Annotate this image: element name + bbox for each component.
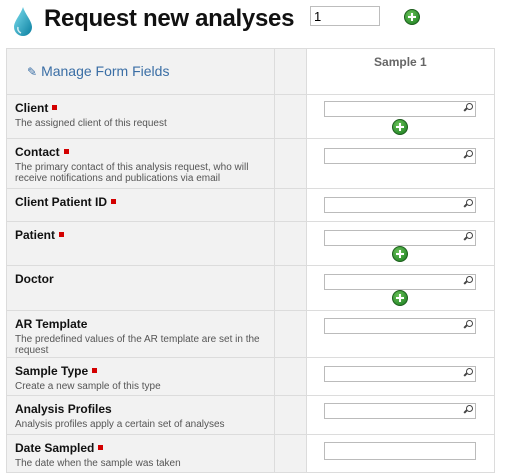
doctor-reference-input[interactable]	[323, 274, 476, 290]
sample-header-label: Sample 1	[374, 55, 427, 69]
patient-field-cell	[305, 221, 496, 266]
spacer-cell	[273, 357, 307, 396]
field-row-date-sampled: Date Sampled The date when the sample wa…	[6, 434, 275, 473]
field-row-client-patient-id: Client Patient ID	[6, 188, 275, 222]
spacer-cell	[273, 48, 307, 95]
field-row-patient: Patient	[6, 221, 275, 266]
field-row-sample-type: Sample Type Create a new sample of this …	[6, 357, 275, 396]
field-label: Client	[15, 101, 49, 115]
client-patient-id-field-cell	[305, 188, 496, 222]
field-description: The assigned client of this request	[15, 118, 167, 129]
sample-type-field-cell	[305, 357, 496, 396]
required-marker	[98, 445, 104, 451]
client-field-cell	[305, 94, 496, 139]
manage-form-fields-link[interactable]: ✎ Manage Form Fields	[7, 49, 274, 79]
search-icon	[464, 320, 473, 328]
field-row-ar-template: AR Template The predefined values of the…	[6, 310, 275, 358]
field-row-client: Client The assigned client of this reque…	[6, 94, 275, 139]
add-patient-button[interactable]	[391, 246, 408, 262]
spacer-cell	[273, 221, 307, 266]
doctor-field-cell	[305, 265, 496, 311]
field-row-doctor: Doctor	[6, 265, 275, 311]
search-icon	[464, 103, 473, 111]
required-marker	[59, 232, 65, 238]
add-client-button[interactable]	[391, 119, 408, 135]
field-label: Client Patient ID	[15, 195, 108, 209]
field-label: Doctor	[15, 272, 54, 286]
field-label: Sample Type	[15, 364, 89, 378]
add-sample-button[interactable]	[404, 9, 420, 25]
field-description: Create a new sample of this type	[15, 381, 161, 392]
page-header: Request new analyses	[0, 0, 505, 44]
field-description: The date when the sample was taken	[15, 458, 181, 469]
search-icon	[464, 150, 473, 158]
required-marker	[63, 149, 69, 155]
page-title: Request new analyses	[44, 5, 295, 32]
sample-type-reference-input[interactable]	[323, 366, 476, 382]
client-reference-input[interactable]	[323, 101, 476, 117]
analysis-request-form: ✎ Manage Form Fields Sample 1 Client The …	[6, 48, 496, 473]
manage-form-fields-cell: ✎ Manage Form Fields	[6, 48, 275, 95]
field-label: Date Sampled	[15, 441, 95, 455]
search-icon	[464, 276, 473, 284]
contact-reference-input[interactable]	[323, 148, 476, 164]
spacer-cell	[273, 188, 307, 222]
field-description: Analysis profiles apply a certain set of…	[15, 419, 225, 430]
required-marker	[92, 368, 98, 374]
field-description: The predefined values of the AR template…	[15, 334, 260, 356]
field-label: Patient	[15, 228, 56, 242]
spacer-cell	[273, 434, 307, 473]
search-icon	[464, 405, 473, 413]
analysis-profiles-reference-input[interactable]	[323, 403, 476, 419]
analysis-profiles-field-cell	[305, 395, 496, 435]
field-row-analysis-profiles: Analysis Profiles Analysis profiles appl…	[6, 395, 275, 435]
contact-field-cell	[305, 138, 496, 189]
client-patient-id-reference-input[interactable]	[323, 197, 476, 213]
field-row-contact: Contact The primary contact of this anal…	[6, 138, 275, 189]
spacer-cell	[273, 265, 307, 311]
required-marker	[111, 199, 117, 205]
date-sampled-input[interactable]	[323, 442, 476, 460]
spacer-cell	[273, 395, 307, 435]
manage-form-fields-label: Manage Form Fields	[41, 63, 170, 79]
date-sampled-field-cell	[305, 434, 496, 473]
pencil-icon: ✎	[27, 65, 38, 79]
spacer-cell	[273, 138, 307, 189]
spacer-cell	[273, 94, 307, 139]
ar-template-field-cell	[305, 310, 496, 358]
search-icon	[464, 368, 473, 376]
field-label: Contact	[15, 145, 60, 159]
search-icon	[464, 232, 473, 240]
add-doctor-button[interactable]	[391, 290, 408, 306]
required-marker	[52, 105, 58, 111]
sample-column-header: Sample 1	[305, 48, 496, 95]
field-label: Analysis Profiles	[15, 402, 112, 416]
search-icon	[464, 199, 473, 207]
patient-reference-input[interactable]	[323, 230, 476, 246]
spacer-cell	[273, 310, 307, 358]
water-drop-icon	[14, 7, 32, 36]
ar-template-reference-input[interactable]	[323, 318, 476, 334]
field-description: The primary contact of this analysis req…	[15, 162, 249, 184]
sample-count-input[interactable]	[310, 6, 380, 26]
field-label: AR Template	[15, 317, 88, 331]
